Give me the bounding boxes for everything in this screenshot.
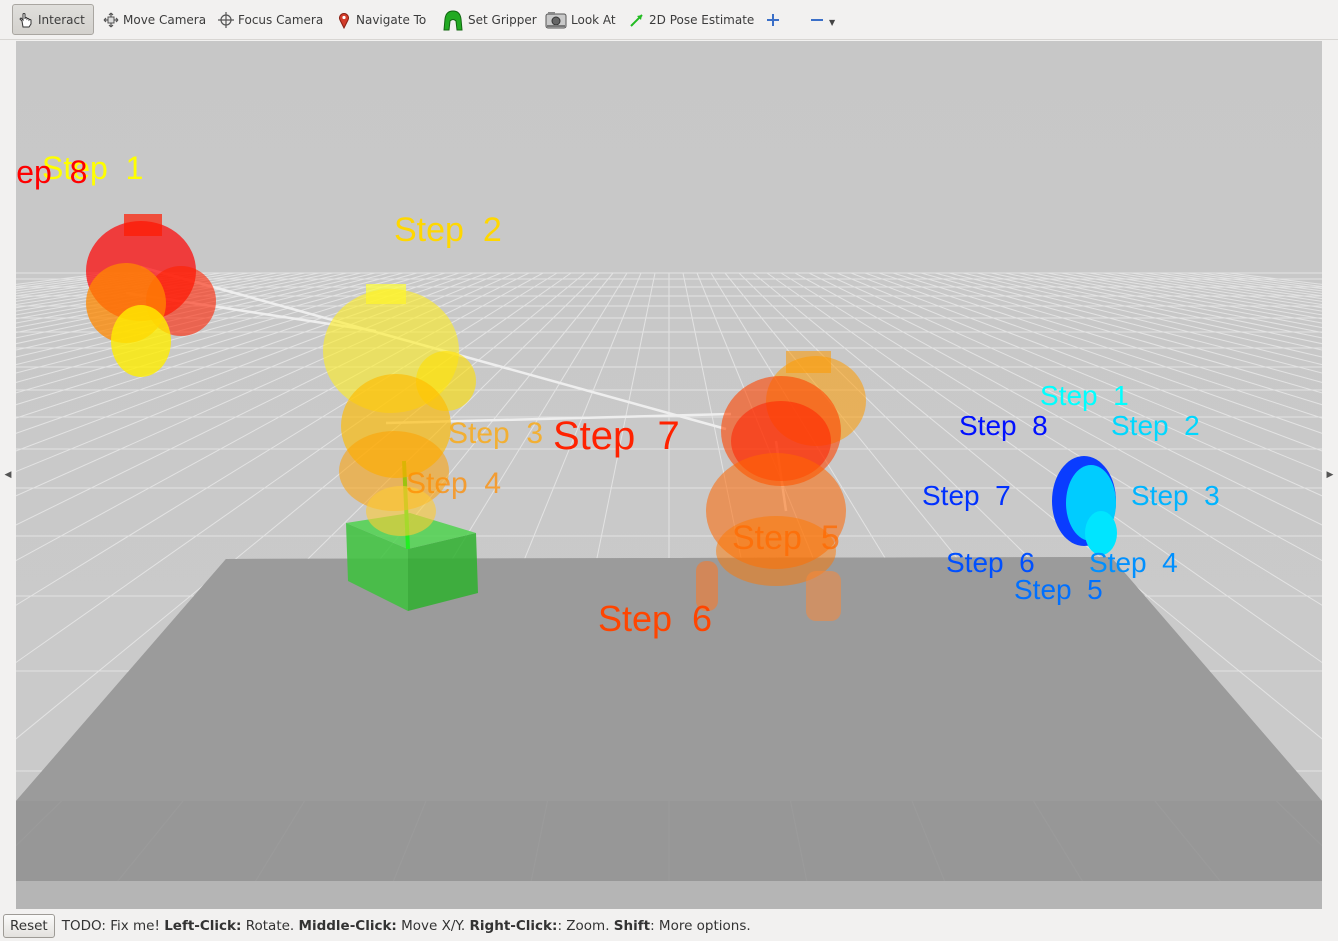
hint-right-click-text: : Zoom. bbox=[557, 918, 614, 934]
look-at-tool-button[interactable]: Look At bbox=[540, 4, 618, 35]
ground-plane-edge bbox=[16, 881, 1322, 909]
hint-prefix: TODO: Fix me! bbox=[61, 918, 165, 934]
collapse-left-icon[interactable]: ◀ bbox=[3, 468, 13, 482]
reset-button[interactable]: Reset bbox=[3, 914, 55, 938]
pose-estimate-label: 2D Pose Estimate bbox=[649, 12, 755, 27]
move-camera-label: Move Camera bbox=[123, 12, 207, 27]
camera-icon bbox=[544, 9, 568, 31]
add-tool-button[interactable] bbox=[760, 4, 782, 35]
collapse-right-icon[interactable]: ▶ bbox=[1325, 468, 1335, 482]
right-hand-step-4-label: Step 4 bbox=[406, 467, 501, 500]
navigate-to-label: Navigate To bbox=[356, 12, 427, 27]
move-camera-tool-button[interactable]: Move Camera bbox=[98, 4, 206, 35]
left-hand-step-7-label: Step 7 bbox=[922, 480, 1011, 511]
minus-icon bbox=[808, 11, 826, 29]
map-pin-icon bbox=[335, 11, 353, 29]
pointer-hand-icon bbox=[17, 11, 35, 29]
right-hand-step-7-label: Step 7 bbox=[553, 414, 680, 458]
ground-plane-top bbox=[16, 557, 1322, 801]
hint-right-click-key: Right-Click: bbox=[469, 918, 558, 934]
right-hand-step-3-label: Step 3 bbox=[448, 417, 543, 450]
look-at-label: Look At bbox=[571, 12, 616, 27]
left-hand-step-1-label: Step 1 bbox=[1040, 380, 1129, 411]
remove-tool-button[interactable]: ▼ bbox=[804, 4, 838, 35]
set-gripper-tool-button[interactable]: Set Gripper bbox=[437, 4, 537, 35]
left-hand-step-3-label: Step 3 bbox=[1131, 480, 1220, 511]
interact-label: Interact bbox=[38, 12, 85, 27]
dropdown-arrow-icon[interactable]: ▼ bbox=[829, 18, 835, 27]
left-hand-step-8-label: Step 8 bbox=[959, 410, 1048, 441]
hint-middle-click-key: Middle-Click: bbox=[298, 918, 397, 934]
focus-camera-tool-button[interactable]: Focus Camera bbox=[213, 4, 324, 35]
status-bar: Reset TODO: Fix me! Left-Click: Rotate. … bbox=[0, 911, 1338, 941]
right-hand-step-2-label: Step 2 bbox=[394, 211, 502, 249]
hint-left-click-text: Rotate. bbox=[241, 918, 299, 934]
mouse-hint-text: TODO: Fix me! Left-Click: Rotate. Middle… bbox=[62, 918, 751, 934]
toolbar: Interact Move Camera Focus Camera Naviga… bbox=[0, 0, 1338, 40]
left-hand-step-6-label: Step 6 bbox=[946, 547, 1035, 578]
interact-tool-button[interactable]: Interact bbox=[12, 4, 94, 35]
hint-shift-key: Shift bbox=[613, 918, 651, 934]
right-hand-step-6-label: Step 6 bbox=[598, 598, 712, 639]
left-hand-step-2-label: Step 2 bbox=[1111, 410, 1200, 441]
pose-arrow-icon bbox=[628, 11, 646, 29]
hint-shift-text: : More options. bbox=[650, 918, 751, 934]
pose-estimate-tool-button[interactable]: 2D Pose Estimate bbox=[624, 4, 754, 35]
focus-camera-label: Focus Camera bbox=[238, 12, 324, 27]
hint-left-click-key: Left-Click: bbox=[164, 918, 242, 934]
scene-canvas[interactable]: Step 1Step 2Step 3Step 4Step 5Step 6Step… bbox=[16, 41, 1322, 909]
right-hand-step-8-label: Step 8 bbox=[16, 154, 87, 190]
move-camera-icon bbox=[102, 11, 120, 29]
hint-middle-click-text: Move X/Y. bbox=[396, 918, 470, 934]
right-hand-step-5-label: Step 5 bbox=[732, 519, 840, 557]
gripper-icon bbox=[441, 9, 465, 31]
set-gripper-label: Set Gripper bbox=[468, 12, 537, 27]
navigate-to-tool-button[interactable]: Navigate To bbox=[331, 4, 427, 35]
render-viewport[interactable]: Step 1 Step 2 Step 3 Step 4 Step 5 Step 6 Step… bbox=[16, 41, 1322, 909]
focus-camera-icon bbox=[217, 11, 235, 29]
plus-icon bbox=[764, 11, 782, 29]
left-hand-step-5-label: Step 5 bbox=[1014, 574, 1103, 605]
